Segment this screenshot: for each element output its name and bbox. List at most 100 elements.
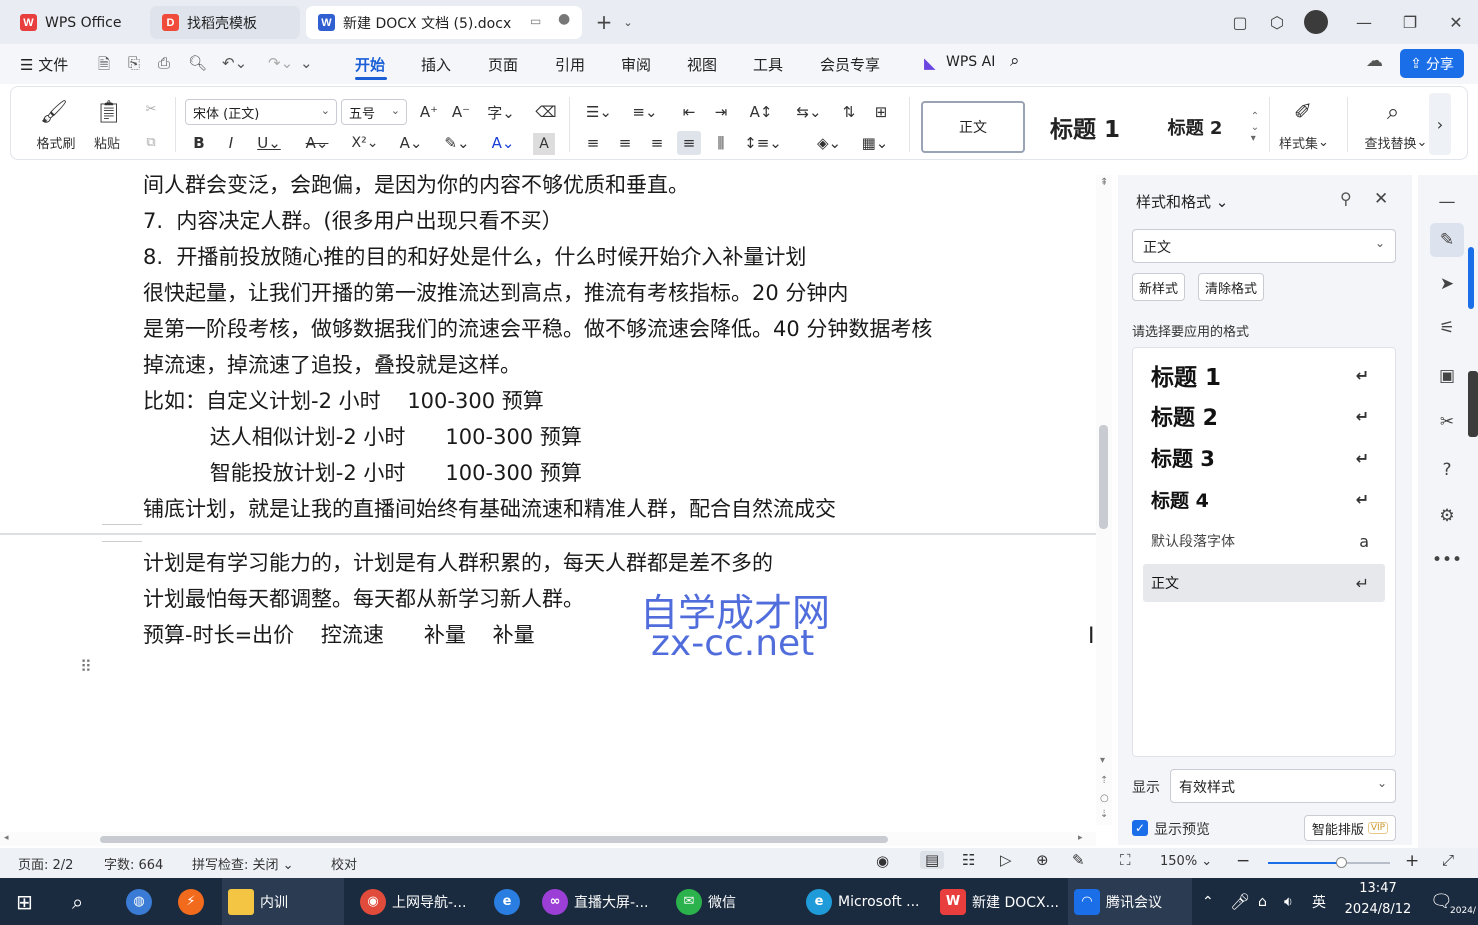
side-handle[interactable] <box>1468 371 1478 437</box>
find-icon[interactable]: ⌕ <box>1373 97 1413 127</box>
justify-icon[interactable]: ≡ <box>677 131 701 155</box>
font-color-icon[interactable]: A⌄ <box>485 131 521 155</box>
rail-scroll-indicator[interactable] <box>1468 247 1474 309</box>
document-canvas[interactable]: 间人群会变泛，会跑偏，是因为你的内容不够优质和垂直。 7. 内容决定人群。(很多… <box>0 162 1096 832</box>
select-cursor-icon[interactable]: ➤ <box>1434 271 1460 297</box>
doc-line[interactable]: 比如：自定义计划-2 小时 100-300 预算 <box>143 385 544 415</box>
style-item-heading-1[interactable]: 标题 1 ↵ <box>1143 356 1385 394</box>
doc-line[interactable]: 7. 内容决定人群。(很多用户出现只看不买） <box>143 205 563 235</box>
taskbar-search-icon[interactable]: ⌕ <box>72 878 83 925</box>
scroll-left-icon[interactable]: ◂ <box>4 833 9 843</box>
paste-icon[interactable]: 📋︎ <box>89 97 129 127</box>
read-mode-icon[interactable]: ▷ <box>1000 851 1012 869</box>
zoom-slider-knob[interactable] <box>1336 857 1348 868</box>
panel-title[interactable]: 样式和格式 ⌄ <box>1136 191 1228 212</box>
doc-line[interactable]: 预算-时长=出价 控流速 补量 补量 <box>143 619 535 649</box>
style-item-heading-4[interactable]: 标题 4 ↵ <box>1143 480 1385 518</box>
close-window-icon[interactable]: ✕ <box>1444 10 1468 34</box>
scroll-thumb[interactable] <box>1099 425 1108 529</box>
taskbar-item-chrome[interactable]: ◉ 上网导航-... <box>356 878 474 925</box>
align-center-icon[interactable]: ≡ <box>613 131 637 155</box>
fit-page-icon[interactable]: ⛶ <box>1120 851 1131 869</box>
vertical-scrollbar[interactable]: ⇞ ▾ ⇡ ○ ⇣ <box>1096 175 1112 825</box>
text-direction-icon[interactable]: A↕ <box>743 99 779 125</box>
clock-date[interactable]: 2024/8/12 <box>1336 902 1420 917</box>
show-marks-icon[interactable]: ⊞ <box>869 99 893 125</box>
save-icon[interactable]: 🗎 <box>98 54 110 79</box>
tab-list-chevron-icon[interactable]: ⌄ <box>616 10 640 34</box>
copy-icon[interactable]: ⧉ <box>139 133 163 151</box>
redo-icon[interactable]: ↷⌄ <box>268 54 293 72</box>
share-button[interactable]: ⇪ 分享 <box>1400 49 1464 78</box>
taskbar-item-tencent-meeting[interactable]: ◠ 腾讯会议 <box>1068 878 1192 925</box>
doc-line[interactable]: 铺底计划，就是让我的直播间始终有基础流速和精准人群，配合自然流成交 <box>143 493 836 523</box>
web-view-icon[interactable]: ⊕ <box>1036 851 1049 869</box>
restore-icon[interactable]: ❐ <box>1398 10 1422 34</box>
style-pen-icon[interactable]: ✎ <box>1430 223 1464 257</box>
tab-review[interactable]: 审阅 <box>621 54 651 75</box>
volume-icon[interactable]: 🔉︎ <box>1284 878 1293 925</box>
style-normal[interactable]: 正文 <box>921 101 1025 153</box>
cube-icon[interactable]: ⬡ <box>1265 10 1289 34</box>
grow-font-icon[interactable]: A⁺ <box>417 99 441 125</box>
taskbar-item-wechat[interactable]: ✉ 微信 <box>674 878 778 925</box>
phonetic-guide-icon[interactable]: 字⌄ <box>483 99 519 125</box>
preview-checkbox[interactable]: ✓ <box>1132 820 1148 836</box>
bold-icon[interactable]: B <box>189 131 209 155</box>
superscript-icon[interactable]: X²⌄ <box>345 131 385 155</box>
taskbar-browser-globe[interactable]: ◍ <box>126 878 158 925</box>
minimize-icon[interactable]: — <box>1352 10 1376 34</box>
tab-insert[interactable]: 插入 <box>421 54 451 75</box>
style-item-normal[interactable]: 正文 ↵ <box>1143 564 1385 602</box>
clear-format-button[interactable]: 清除格式 <box>1198 273 1265 301</box>
clear-format-icon[interactable]: ⌫ <box>533 99 559 125</box>
tools-icon[interactable]: ✂ <box>1434 409 1460 435</box>
strikethrough-icon[interactable]: A⌄ <box>299 131 335 155</box>
start-icon[interactable]: ⊞ <box>16 878 33 925</box>
char-shading-icon[interactable]: A <box>533 133 555 155</box>
horizontal-scrollbar[interactable]: ◂ ▸ <box>0 832 1096 846</box>
ime-indicator[interactable]: 英 <box>1312 878 1326 925</box>
style-heading-1[interactable]: 标题 1 <box>1035 101 1135 153</box>
tab-current-document[interactable]: W 新建 DOCX 文档 (5).docx ▭ ● <box>306 6 582 39</box>
eye-protection-icon[interactable]: ◉ <box>876 852 889 870</box>
borders-icon[interactable]: ▦⌄ <box>857 131 893 155</box>
current-style-select[interactable]: 正文 ⌄ <box>1132 229 1396 263</box>
file-menu[interactable]: ☰ 文件 <box>20 54 68 75</box>
tab-member[interactable]: 会员专享 <box>820 54 880 75</box>
style-set-icon[interactable]: ✐ <box>1283 97 1323 127</box>
settings-icon[interactable]: ⚙ <box>1434 503 1460 529</box>
h-scroll-thumb[interactable] <box>100 836 888 843</box>
more-icon[interactable]: ••• <box>1432 547 1462 573</box>
more-chevron-icon[interactable]: ⌄ <box>300 54 313 72</box>
zoom-select[interactable]: 150% ⌄ <box>1160 854 1212 869</box>
sort-icon[interactable]: ⇅ <box>837 99 861 125</box>
wps-ai-button[interactable]: WPS AI <box>946 54 995 70</box>
window-layout-icon[interactable]: ▢ <box>1228 10 1252 34</box>
network-icon[interactable]: ⌂ <box>1258 878 1267 925</box>
zoom-slider[interactable] <box>1268 857 1390 868</box>
ribbon-expand-chevron-icon[interactable]: › <box>1429 93 1451 155</box>
collapse-icon[interactable]: — <box>1434 189 1460 215</box>
italic-icon[interactable]: I <box>221 131 241 155</box>
word-count[interactable]: 字数: 664 <box>104 854 163 873</box>
scroll-down-icon[interactable]: ▾ <box>1100 755 1105 766</box>
taskbar-item-live-screen[interactable]: ∞ 直播大屏-... <box>540 878 666 925</box>
select-browse-icon[interactable]: ○ <box>1100 793 1109 804</box>
decrease-indent-icon[interactable]: ⇤ <box>677 99 701 125</box>
taskbar-item-edge[interactable]: e Microsoft ... <box>804 878 928 925</box>
shading-icon[interactable]: ◈⌄ <box>811 131 847 155</box>
fullscreen-icon[interactable]: ⤢ <box>1442 851 1454 869</box>
distribute-icon[interactable]: ⫼ <box>709 131 733 155</box>
tab-docer-template[interactable]: D 找稻壳模板 <box>150 6 300 39</box>
zoom-in-icon[interactable]: + <box>1405 851 1419 871</box>
tray-expand-icon[interactable]: ⌃ <box>1202 878 1214 925</box>
doc-line[interactable]: 间人群会变泛，会跑偏，是因为你的内容不够优质和垂直。 <box>143 169 689 199</box>
style-item-default-font[interactable]: 默认段落字体 a <box>1143 522 1385 560</box>
doc-line[interactable]: 掉流速，掉流速了追投，叠投就是这样。 <box>143 349 521 379</box>
shrink-font-icon[interactable]: A⁻ <box>449 99 473 125</box>
text-effect-icon[interactable]: A⌄ <box>393 131 429 155</box>
doc-line[interactable]: 达人相似计划-2 小时 100-300 预算 <box>143 421 582 451</box>
tab-page[interactable]: 页面 <box>488 54 518 75</box>
taskbar-item-wps[interactable]: W 新建 DOCX... <box>938 878 1062 925</box>
